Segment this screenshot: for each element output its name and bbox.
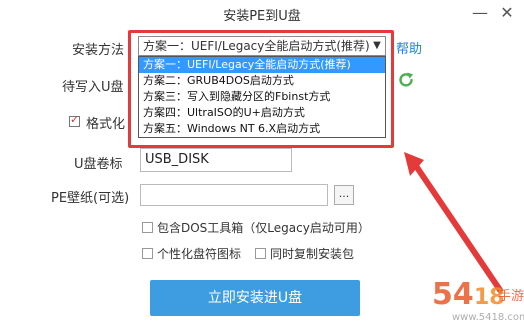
svg-text:www.5418.com: www.5418.com xyxy=(452,312,524,323)
dropdown-option-2[interactable]: 方案二：GRUB4DOS启动方式 xyxy=(139,73,385,89)
chevron-down-icon[interactable]: ▼ xyxy=(371,37,383,55)
format-label: 格式化 xyxy=(86,117,126,132)
install-method-select[interactable]: 方案一：UEFI/Legacy全能启动方式(推荐) ▼ xyxy=(138,36,386,56)
close-icon[interactable]: ✕ xyxy=(498,4,516,22)
window-title: 安装PE到U盘 xyxy=(223,9,301,24)
personalize-icon-label: 个性化盘符图标 xyxy=(157,247,242,261)
target-disk-label: 待写入U盘 xyxy=(62,80,124,95)
pe-wallpaper-label: PE壁纸(可选) xyxy=(51,191,130,206)
install-method-selected: 方案一：UEFI/Legacy全能启动方式(推荐) xyxy=(143,39,370,53)
dos-tools-checkbox[interactable] xyxy=(142,222,153,233)
copy-installer-label: 同时复制安装包 xyxy=(270,247,355,261)
dropdown-option-4[interactable]: 方案四：UltraISO的U+启动方式 xyxy=(139,105,385,121)
volume-label-input[interactable]: USB_DISK xyxy=(140,148,292,172)
install-method-label: 安装方法 xyxy=(72,43,125,58)
copy-installer-checkbox[interactable] xyxy=(255,248,266,259)
install-button[interactable]: 立即安装进U盘 xyxy=(150,280,360,316)
dropdown-option-5[interactable]: 方案五：Windows NT 6.X启动方式 xyxy=(139,121,385,137)
svg-text:手游: 手游 xyxy=(498,289,524,304)
install-method-dropdown[interactable]: 方案一：UEFI/Legacy全能启动方式(推荐) 方案二：GRUB4DOS启动… xyxy=(138,56,386,138)
help-link[interactable]: 帮助 xyxy=(396,38,422,57)
refresh-icon[interactable] xyxy=(397,71,415,89)
volume-label-label: U盘卷标 xyxy=(74,157,123,172)
personalize-icon-checkbox[interactable] xyxy=(142,248,153,259)
dropdown-option-1[interactable]: 方案一：UEFI/Legacy全能启动方式(推荐) xyxy=(139,57,385,73)
dos-tools-label: 包含DOS工具箱（仅Legacy启动可用） xyxy=(157,221,370,235)
svg-text:54: 54 xyxy=(432,277,474,312)
dropdown-option-3[interactable]: 方案三：写入到隐藏分区的Fbinst方式 xyxy=(139,89,385,105)
format-checkbox[interactable] xyxy=(69,113,80,127)
watermark-logo: 54 18 手游 www.5418.com xyxy=(432,277,524,323)
title-bar: 安装PE到U盘 — ✕ xyxy=(0,0,524,26)
minimize-icon[interactable]: — xyxy=(471,4,489,22)
browse-button[interactable]: ... xyxy=(334,185,354,205)
pe-wallpaper-input[interactable] xyxy=(140,184,328,206)
